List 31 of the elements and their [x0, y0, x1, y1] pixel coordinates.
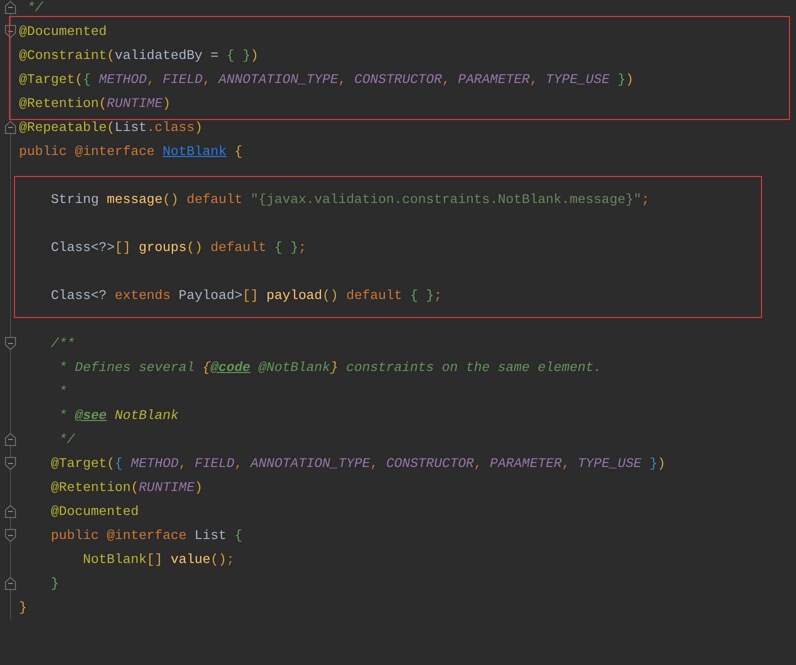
code-line: Class<? extends Payload>[] payload() default { }; [50, 287, 442, 305]
fold-end-icon[interactable] [5, 121, 16, 134]
fold-end-icon[interactable] [5, 577, 16, 590]
code-line: } [50, 575, 59, 593]
code-line: NotBlank[] value(); [82, 551, 234, 569]
fold-start-icon[interactable] [5, 25, 16, 38]
code-line: */ [58, 431, 75, 449]
code-line: * Defines several {@code @NotBlank} constraints on the same element. [58, 359, 602, 377]
code-line: @Retention(RUNTIME) [50, 479, 203, 497]
fold-end-icon[interactable] [5, 1, 16, 14]
code-line: @Target({ METHOD, FIELD, ANNOTATION_TYPE, CONSTRUCTOR, PARAMETER, TYPE_USE }) [19, 71, 634, 89]
code-line: @Repeatable(List.class) [19, 119, 203, 137]
code-line: @Target({ METHOD, FIELD, ANNOTATION_TYPE, CONSTRUCTOR, PARAMETER, TYPE_USE }) [50, 455, 666, 473]
code-line: @Retention(RUNTIME) [19, 95, 171, 113]
fold-end-icon[interactable] [5, 505, 16, 518]
fold-start-icon[interactable] [5, 457, 16, 470]
code-line: String message() default "{javax.validation.constraints.NotBlank.message}"; [50, 191, 650, 209]
fold-start-icon[interactable] [5, 529, 16, 542]
code-line: @Constraint(validatedBy = { }) [19, 47, 258, 65]
code-line: public @interface NotBlank { [19, 143, 242, 161]
code-line: */ [26, 0, 43, 17]
fold-end-icon[interactable] [5, 433, 16, 446]
code-line: * @see NotBlank [58, 407, 179, 425]
code-line: } [19, 599, 27, 617]
fold-start-icon[interactable] [5, 337, 16, 350]
code-line: public @interface List { [50, 527, 242, 545]
code-line: @Documented [50, 503, 139, 521]
code-line: * [58, 383, 67, 401]
code-line: /** [50, 335, 75, 353]
code-line: @Documented [19, 23, 107, 41]
code-line: Class<?>[] groups() default { }; [50, 239, 306, 257]
